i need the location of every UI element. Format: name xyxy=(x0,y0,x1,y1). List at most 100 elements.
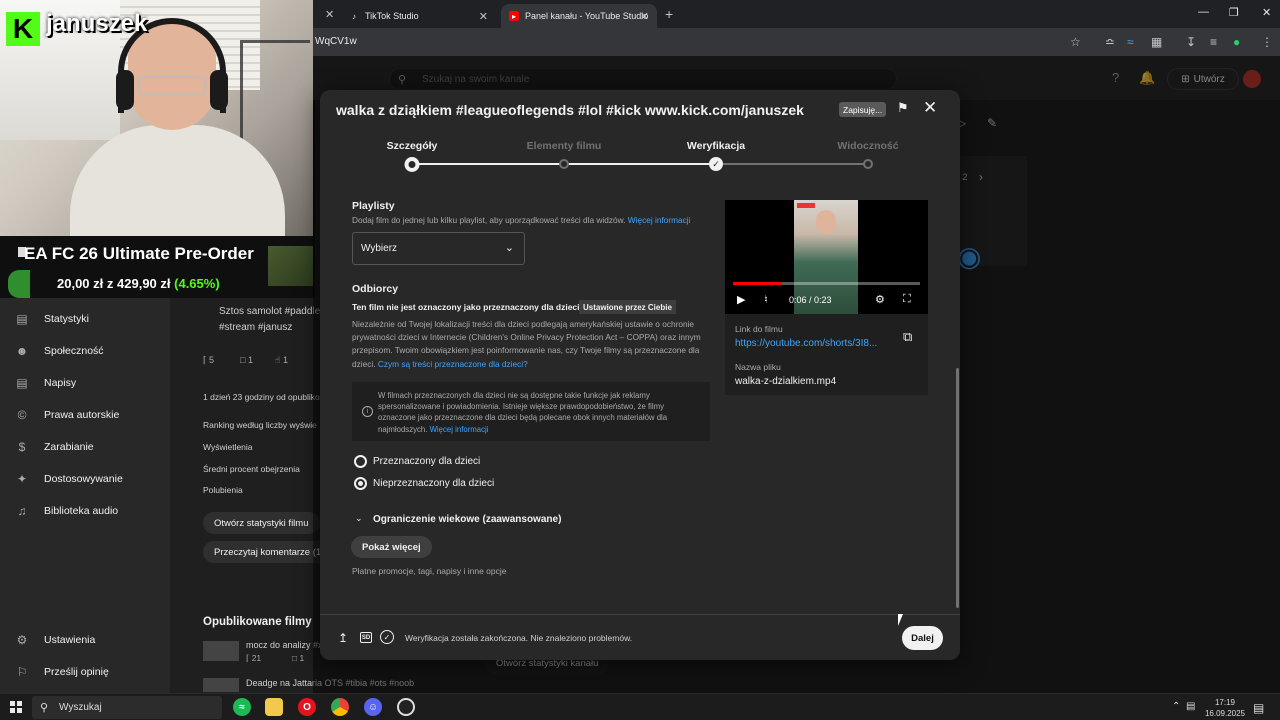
next-button[interactable]: Dalej xyxy=(902,626,943,650)
video-player[interactable]: ▶ ♮ 0:06 / 0:23 ⚙ ⛶ xyxy=(725,200,928,314)
video-link[interactable]: https://youtube.com/shorts/3I8... xyxy=(735,338,885,349)
tab-tiktok-studio[interactable]: ♪ TikTok Studio ✕ xyxy=(341,4,496,28)
playlist-icon[interactable]: ≡ xyxy=(1210,35,1217,49)
play-icon[interactable]: ▶ xyxy=(737,293,745,306)
magic-icon: ✦ xyxy=(16,472,28,486)
taskbar-search[interactable]: ⚲ Wyszukaj xyxy=(32,696,222,719)
check-circle-icon: ✓ xyxy=(380,630,394,644)
windows-start-icon[interactable] xyxy=(10,701,22,713)
video-details-dialog: walka z dziąłkiem #leagueoflegends #lol … xyxy=(320,90,960,660)
subtitles-icon: ▤ xyxy=(16,376,28,390)
radio-not-for-kids-label[interactable]: Nieprzeznaczony dla dzieci xyxy=(373,478,494,489)
sidebar-item-community[interactable]: ☻ Społeczność xyxy=(0,340,170,362)
kids-info-box: i W filmach przeznaczonych dla dzieci ni… xyxy=(352,382,710,441)
kids-content-link[interactable]: Czym są treści przeznaczone dla dzieci? xyxy=(378,359,528,369)
video-thumbnail[interactable] xyxy=(203,641,239,661)
restore-icon[interactable]: ❐ xyxy=(1229,6,1239,19)
discord-icon[interactable]: ☺ xyxy=(364,698,382,716)
sidebar-item-subtitles[interactable]: ▤ Napisy xyxy=(0,372,170,394)
copy-icon[interactable]: ⧉ xyxy=(903,329,912,345)
stat-views: ⌈ 5 xyxy=(203,355,215,365)
notifications-icon[interactable]: ▤ xyxy=(1253,701,1264,715)
network-icon[interactable]: ▤ xyxy=(1186,701,1195,712)
gear-icon[interactable]: ⚙ xyxy=(875,293,885,306)
close-icon[interactable]: ✕ xyxy=(923,98,937,118)
close-tab-icon[interactable]: ✕ xyxy=(640,10,649,23)
step-checks[interactable]: Weryfikacja xyxy=(687,140,745,152)
sidebar-item-feedback[interactable]: ⚐ Prześlij opinię xyxy=(0,661,170,683)
step-dot-pending[interactable] xyxy=(863,159,873,169)
playlists-heading: Playlisty xyxy=(352,200,395,212)
sidebar-item-earn[interactable]: $ Zarabianie xyxy=(0,436,170,458)
tab-youtube-studio[interactable]: ▸ Panel kanału - YouTube Studio ✕ xyxy=(501,4,657,28)
star-icon[interactable]: ☆ xyxy=(1070,35,1081,49)
report-icon[interactable]: ⚑ xyxy=(897,100,909,116)
set-by-you-badge: Ustawione przez Ciebie xyxy=(579,300,676,314)
open-video-stats-button[interactable]: Otwórz statystyki filmu xyxy=(203,512,320,534)
file-name: walka-z-dzialkiem.mp4 xyxy=(735,376,837,387)
close-window-icon[interactable]: ✕ xyxy=(1262,6,1271,19)
extension-a-icon[interactable]: ≏ xyxy=(1105,35,1115,49)
video-progress-bar[interactable] xyxy=(733,282,920,285)
chrome-icon[interactable] xyxy=(331,698,349,716)
fullscreen-icon[interactable]: ⛶ xyxy=(903,293,911,306)
spotify-icon[interactable]: ≈ xyxy=(233,698,251,716)
sidebar-item-audio-library[interactable]: ♫ Biblioteka audio xyxy=(0,500,170,522)
published-video-1[interactable]: mocz do analizy #x xyxy=(246,640,323,650)
chevron-up-icon[interactable]: ⌃ xyxy=(1172,701,1180,712)
opera-icon[interactable]: O xyxy=(298,698,316,716)
chevron-down-icon[interactable]: ⌄ xyxy=(355,513,363,524)
upload-icon: ↥ xyxy=(338,631,349,645)
radio-for-kids-label[interactable]: Przeznaczony dla dzieci xyxy=(373,456,480,467)
obs-icon[interactable] xyxy=(397,698,415,716)
video-timestamp: 1 dzień 23 godziny od opubliko xyxy=(203,392,320,402)
file-explorer-icon[interactable] xyxy=(265,698,283,716)
radio-not-for-kids[interactable] xyxy=(354,477,367,490)
browser-tab-bar: ✕ ♪ TikTok Studio ✕ ▸ Panel kanału - You… xyxy=(313,0,1280,28)
address-bar: WqCV1w ☆ ≏ ≈ ▦ ↧ ≡ ● ⋮ xyxy=(313,28,1280,56)
minimize-icon[interactable]: — xyxy=(1198,6,1209,18)
kids-more-link[interactable]: Więcej informacji xyxy=(430,425,489,434)
playlists-more-link[interactable]: Więcej informacji xyxy=(628,215,691,225)
promo-banner: EA FC 26 Ultimate Pre-Order 20,00 zł z 4… xyxy=(0,236,313,298)
stat-comments: □ 1 xyxy=(240,355,253,365)
step-details[interactable]: Szczegóły xyxy=(387,140,438,152)
video-thumbnail[interactable] xyxy=(203,678,239,692)
radio-for-kids[interactable] xyxy=(354,455,367,468)
audience-status: Ten film nie jest oznaczony jako przezna… xyxy=(352,302,580,312)
avg-percent-label: Średni procent obejrzenia xyxy=(203,464,300,474)
step-done-check-icon[interactable]: ✓ xyxy=(709,157,723,171)
step-video-elements[interactable]: Elementy filmu xyxy=(527,140,602,152)
saving-badge: Zapisuję... xyxy=(839,102,887,117)
extensions-icon[interactable]: ▦ xyxy=(1151,35,1162,49)
menu-icon[interactable]: ⋮ xyxy=(1261,35,1273,49)
playlist-select[interactable]: Wybierz ⌄ xyxy=(352,232,525,265)
sidebar-item-settings[interactable]: ⚙ Ustawienia xyxy=(0,629,170,651)
sidebar-item-stats[interactable]: ▤ Statystyki xyxy=(0,308,170,330)
sidebar-item-copyright[interactable]: © Prawa autorskie xyxy=(0,404,170,426)
youtube-icon: ▸ xyxy=(509,11,519,21)
age-restriction-toggle[interactable]: Ograniczenie wiekowe (zaawansowane) xyxy=(373,514,561,525)
file-name-label: Nazwa pliku xyxy=(735,362,781,372)
step-dot-current[interactable] xyxy=(404,157,420,172)
volume-icon[interactable]: ♮ xyxy=(764,293,768,306)
download-icon[interactable]: ↧ xyxy=(1186,35,1196,49)
audience-description: Niezależnie od Twojej lokalizacji treści… xyxy=(352,319,701,369)
system-clock[interactable]: 17:19 16.09.2025 xyxy=(1200,697,1250,719)
step-dot-pending[interactable] xyxy=(559,159,569,169)
step-visibility[interactable]: Widoczność xyxy=(837,140,898,152)
url-field[interactable]: WqCV1w xyxy=(315,36,357,47)
new-tab-icon[interactable]: + xyxy=(665,6,673,22)
video-title-line1: Sztos samolot #paddle xyxy=(219,306,321,317)
sidebar-item-customize[interactable]: ✦ Dostosowywanie xyxy=(0,468,170,490)
dialog-scrollbar[interactable] xyxy=(956,368,959,608)
video-preview-card: ▶ ♮ 0:06 / 0:23 ⚙ ⛶ Link do filmu https:… xyxy=(725,200,928,395)
extension-b-icon[interactable]: ≈ xyxy=(1127,35,1134,49)
copyright-icon: © xyxy=(17,408,27,422)
kick-logo-icon: K xyxy=(6,12,40,46)
webcam-overlay: K januszek xyxy=(0,0,313,240)
close-tab-icon[interactable]: ✕ xyxy=(479,10,488,23)
profile-icon[interactable]: ● xyxy=(1233,35,1240,49)
close-tab-icon[interactable]: ✕ xyxy=(325,8,334,21)
show-more-button[interactable]: Pokaż więcej xyxy=(351,536,432,558)
